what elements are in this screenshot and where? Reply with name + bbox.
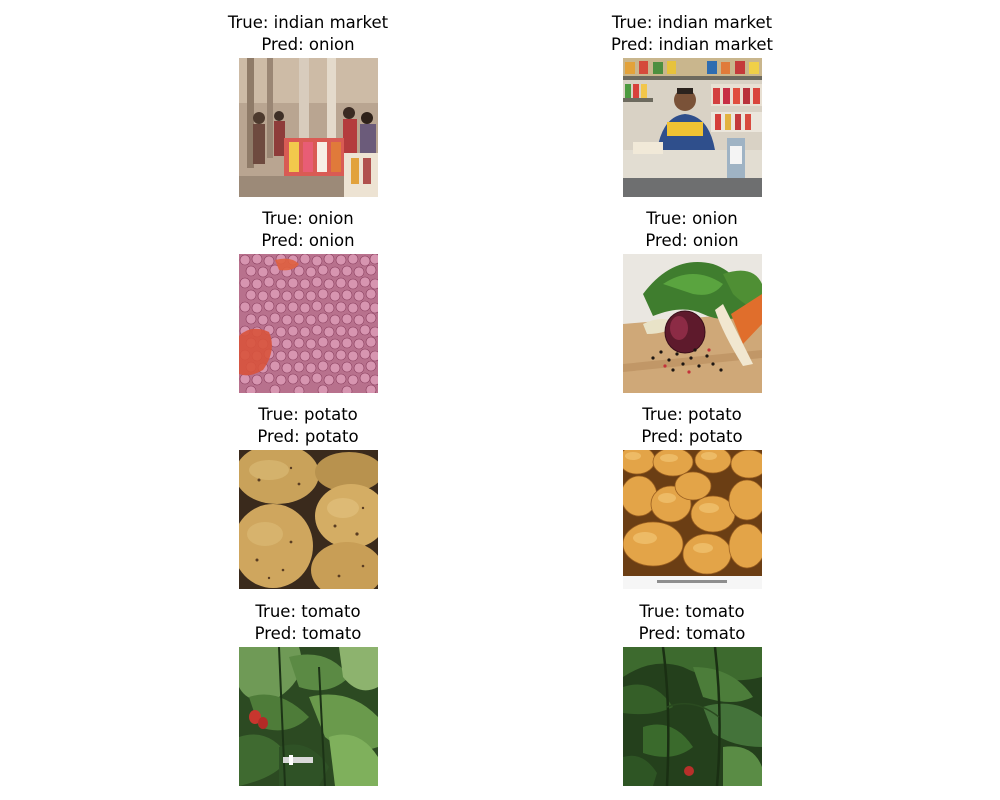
prediction-caption: True: tomato Pred: tomato <box>158 601 458 644</box>
potatoes-stockphoto-photo <box>622 450 762 589</box>
pred-label: Pred: tomato <box>638 623 746 643</box>
pred-label: Pred: indian market <box>611 34 773 54</box>
pred-label: Pred: potato <box>257 426 359 446</box>
true-label: True: indian market <box>611 13 773 32</box>
prediction-cell-1: True: indian market Pred: onion <box>158 12 458 208</box>
true-label: True: tomato <box>255 602 361 621</box>
prediction-cell-4: True: onion Pred: onion <box>542 208 842 404</box>
prediction-cell-6: True: potato Pred: potato <box>542 404 842 600</box>
tomato-plant-leaves-photo <box>238 647 378 786</box>
true-label: True: tomato <box>639 602 745 621</box>
tomato-plant-stems-photo <box>622 647 762 786</box>
pred-label: Pred: tomato <box>254 623 362 643</box>
prediction-cell-7: True: tomato Pred: tomato <box>158 601 458 797</box>
pred-label: Pred: onion <box>261 230 355 250</box>
true-label: True: indian market <box>227 13 389 32</box>
prediction-caption: True: indian market Pred: onion <box>158 12 458 55</box>
shopkeeper-at-counter-photo <box>622 58 762 197</box>
prediction-cell-3: True: onion Pred: onion <box>158 208 458 404</box>
prediction-caption: True: potato Pred: potato <box>158 404 458 447</box>
prediction-caption: True: onion Pred: onion <box>158 208 458 251</box>
pile-of-red-onions-photo <box>238 254 378 393</box>
prediction-cell-8: True: tomato Pred: tomato <box>542 601 842 797</box>
prediction-caption: True: indian market Pred: indian market <box>542 12 842 55</box>
prediction-grid-figure: True: indian market Pred: onion True: in… <box>0 0 1000 800</box>
indian-market-stall-photo <box>238 58 378 197</box>
prediction-cell-5: True: potato Pred: potato <box>158 404 458 600</box>
true-label: True: onion <box>646 209 738 228</box>
pred-label: Pred: onion <box>645 230 739 250</box>
prediction-caption: True: onion Pred: onion <box>542 208 842 251</box>
true-label: True: potato <box>258 405 358 424</box>
true-label: True: potato <box>642 405 742 424</box>
prediction-caption: True: potato Pred: potato <box>542 404 842 447</box>
pred-label: Pred: onion <box>261 34 355 54</box>
onion-on-cutting-board-photo <box>622 254 762 393</box>
prediction-caption: True: tomato Pred: tomato <box>542 601 842 644</box>
pred-label: Pred: potato <box>641 426 743 446</box>
prediction-cell-2: True: indian market Pred: indian market <box>542 12 842 208</box>
potatoes-closeup-photo <box>238 450 378 589</box>
true-label: True: onion <box>262 209 354 228</box>
